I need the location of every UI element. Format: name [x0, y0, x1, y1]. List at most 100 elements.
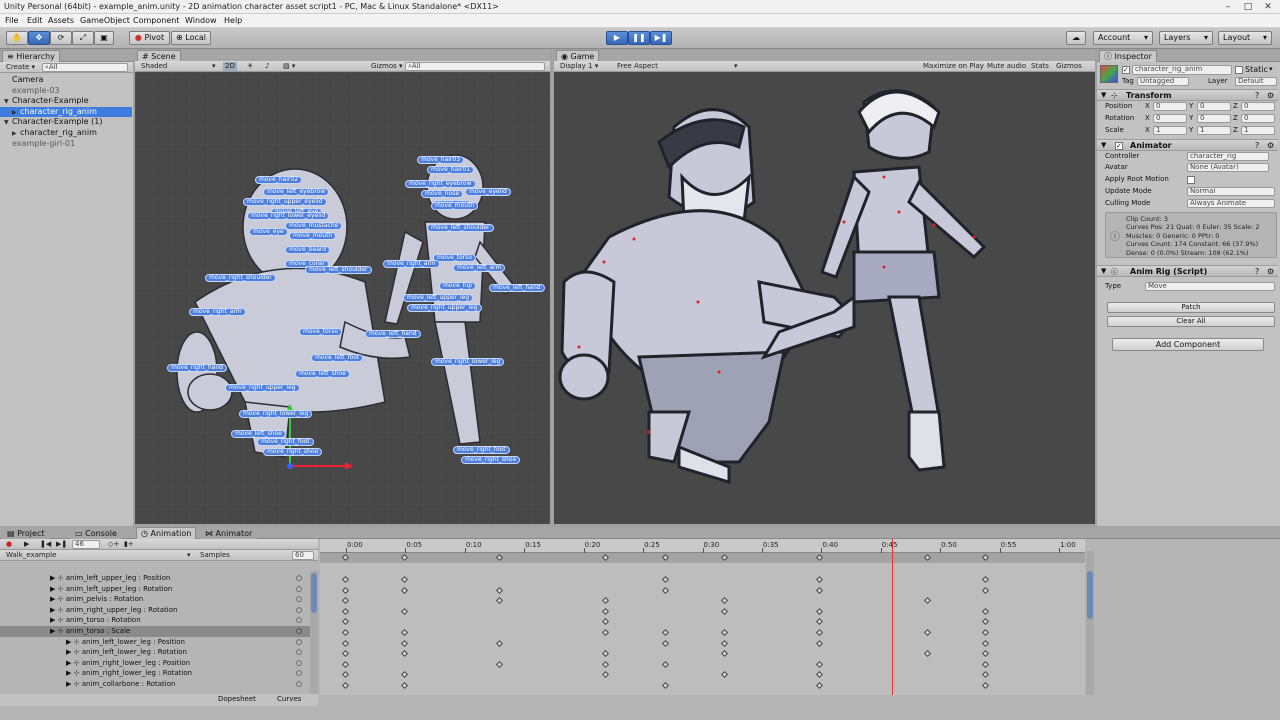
keyframe[interactable]: [981, 575, 990, 584]
transform-z-input[interactable]: 1: [1241, 126, 1275, 135]
game-gizmos-dropdown[interactable]: Gizmos: [1056, 62, 1082, 71]
hierarchy-item[interactable]: ▼ Character-Example: [0, 96, 132, 106]
expand-arrow-icon[interactable]: ▶: [66, 659, 71, 667]
keyframe[interactable]: [400, 671, 409, 679]
keyframe[interactable]: [341, 671, 350, 679]
tab-inspector[interactable]: ⓘ Inspector: [1099, 50, 1157, 62]
keyframe[interactable]: [495, 597, 504, 605]
tab-console[interactable]: ▭ Console: [70, 527, 122, 539]
disclosure-arrow-icon[interactable]: ▶: [12, 108, 20, 118]
scale-tool-icon[interactable]: ⤢: [72, 31, 94, 45]
keyframe[interactable]: [341, 607, 350, 615]
animation-property[interactable]: ▶ ⊹ anim_torso : Rotation ○: [0, 615, 310, 626]
frame-input[interactable]: 46: [72, 540, 100, 549]
keyframe[interactable]: [720, 628, 729, 637]
menu-gameobject[interactable]: GameObject: [80, 16, 130, 25]
keyframe[interactable]: [923, 597, 932, 605]
animator-enabled-checkbox[interactable]: ✓: [1115, 142, 1123, 150]
bone-handle[interactable]: move_mouth: [289, 232, 337, 240]
keyframe[interactable]: [661, 639, 670, 647]
account-dropdown[interactable]: Account ▾: [1093, 31, 1153, 45]
keyframe[interactable]: [981, 607, 990, 615]
keyframe[interactable]: [815, 671, 824, 679]
animation-property[interactable]: ▶ ⊹ anim_right_lower_leg : Rotation ○: [0, 668, 310, 679]
keyframe[interactable]: [341, 618, 350, 626]
keyframe[interactable]: [923, 628, 932, 637]
menu-component[interactable]: Component: [133, 16, 179, 25]
keyframe[interactable]: [815, 607, 824, 615]
expand-arrow-icon[interactable]: ▶: [50, 616, 55, 624]
gear-icon[interactable]: ⚙: [1267, 141, 1274, 150]
culling-mode-dropdown[interactable]: Always Animate: [1187, 199, 1275, 208]
transform-x-input[interactable]: 0: [1153, 114, 1187, 123]
local-toggle[interactable]: ⊕ Local: [171, 31, 211, 45]
keyframe[interactable]: [341, 650, 350, 658]
gear-icon[interactable]: ⚙: [1267, 267, 1274, 276]
keyframe[interactable]: [815, 575, 824, 584]
bone-handle[interactable]: move_right_lower_eyelid: [247, 212, 330, 220]
bone-handle[interactable]: move_left_hand: [489, 284, 545, 292]
expand-arrow-icon[interactable]: ▶: [66, 680, 71, 688]
next-key-icon[interactable]: ▶❚: [56, 540, 67, 549]
bone-handle[interactable]: move_hair01: [427, 166, 475, 174]
keyframe[interactable]: [400, 628, 409, 637]
keyframe[interactable]: [981, 660, 990, 668]
bone-handle[interactable]: move_right_arm: [189, 308, 246, 316]
keyframe[interactable]: [601, 671, 610, 679]
record-icon[interactable]: ●: [6, 540, 12, 549]
keyframe[interactable]: [341, 597, 350, 605]
keyframe[interactable]: [601, 650, 610, 658]
static-checkbox[interactable]: [1235, 66, 1243, 74]
bone-handle[interactable]: move_left_shoe: [231, 430, 286, 438]
animation-property[interactable]: ▶ ⊹ anim_left_lower_leg : Position ○: [0, 637, 310, 648]
animator-header[interactable]: ▼ ✓ Animator ? ⚙: [1097, 139, 1278, 151]
keyframe[interactable]: [495, 660, 504, 668]
shading-dropdown[interactable]: Shaded: [141, 62, 167, 71]
play-icon[interactable]: ▶: [24, 540, 29, 549]
menu-window[interactable]: Window: [185, 16, 217, 25]
scroll-thumb[interactable]: [311, 573, 317, 613]
rotate-tool-icon[interactable]: ⟳: [50, 31, 72, 45]
keyframe[interactable]: [661, 575, 670, 584]
keyframe[interactable]: [815, 618, 824, 626]
maximize-button[interactable]: □: [1238, 0, 1258, 14]
bone-handle[interactable]: move_right_upper_leg: [225, 384, 300, 392]
keyframe[interactable]: [601, 597, 610, 605]
bone-handle[interactable]: move_torso: [299, 328, 343, 336]
script-header[interactable]: ▼ ⓒ Anim Rig (Script) ? ⚙: [1097, 265, 1278, 277]
expand-arrow-icon[interactable]: ▶: [50, 585, 55, 593]
transform-x-input[interactable]: 1: [1153, 126, 1187, 135]
keyframe[interactable]: [495, 639, 504, 647]
expand-arrow-icon[interactable]: ▶: [50, 595, 55, 603]
hierarchy-item[interactable]: Camera: [0, 75, 132, 85]
animation-property[interactable]: ▶ ⊹ anim_pelvis : Rotation ○: [0, 594, 310, 605]
keyframe[interactable]: [601, 628, 610, 637]
bone-handle[interactable]: move_beard: [285, 246, 331, 254]
keyframe[interactable]: [720, 639, 729, 647]
type-dropdown[interactable]: Move: [1145, 282, 1275, 291]
cloud-icon[interactable]: ☁: [1066, 31, 1086, 45]
disclosure-arrow-icon[interactable]: ▼: [4, 118, 12, 128]
move-tool-icon[interactable]: ✥: [28, 31, 50, 45]
keyframe[interactable]: [981, 628, 990, 637]
property-scrollbar[interactable]: [310, 571, 318, 695]
scene-viewport[interactable]: move_hair02 move_left_eyebrow move_right_u…: [135, 72, 550, 524]
expand-arrow-icon[interactable]: ▶: [66, 638, 71, 646]
bone-handle[interactable]: move_right_arm: [383, 260, 440, 268]
add-event-icon[interactable]: ▮+: [124, 540, 134, 549]
keyframe[interactable]: [400, 575, 409, 584]
bone-handle[interactable]: move_right_foot: [257, 438, 314, 446]
keyframe[interactable]: [661, 628, 670, 637]
timeline-scrollbar[interactable]: [1086, 551, 1094, 695]
patch-button[interactable]: Patch: [1107, 302, 1275, 313]
keyframe[interactable]: [400, 650, 409, 658]
pivot-toggle[interactable]: ● Pivot: [129, 31, 170, 45]
menu-help[interactable]: Help: [224, 16, 242, 25]
bone-handle[interactable]: move_nose: [421, 190, 464, 198]
keyframe[interactable]: [601, 660, 610, 668]
key-toggle-icon[interactable]: ○: [296, 615, 302, 625]
scene-search-input[interactable]: ⌕All: [405, 62, 545, 71]
object-name-input[interactable]: character_rig_anim: [1132, 65, 1232, 75]
keyframe[interactable]: [400, 607, 409, 615]
keyframe[interactable]: [661, 681, 670, 690]
